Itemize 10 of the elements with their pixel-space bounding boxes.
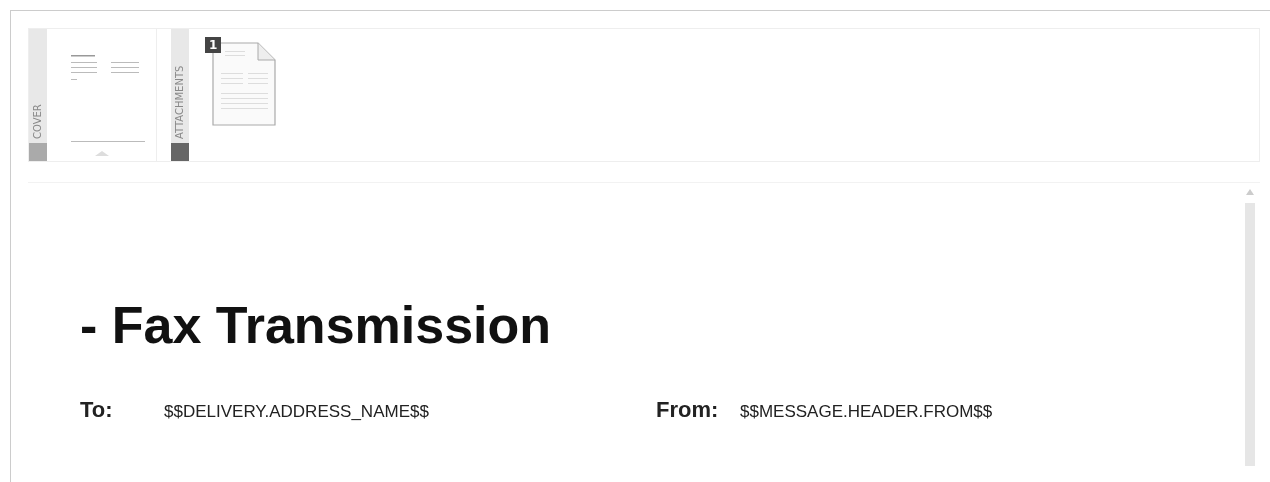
field-label: From: [656, 397, 720, 423]
field-label: To: [80, 397, 114, 423]
section-label: ATTACHMENTS [173, 64, 186, 141]
section-label: COVER [31, 103, 44, 141]
field-value: $$MESSAGE.HEADER.FROM$$ [740, 402, 993, 422]
scroll-up-icon[interactable] [1245, 187, 1255, 197]
field-value: $$DELIVERY.ADDRESS_NAME$$ [164, 402, 429, 422]
count-badge: 1 [205, 37, 222, 53]
document-title: - Fax Transmission [80, 295, 553, 355]
section-tab[interactable]: ATTACHMENTS 1 [171, 29, 279, 161]
